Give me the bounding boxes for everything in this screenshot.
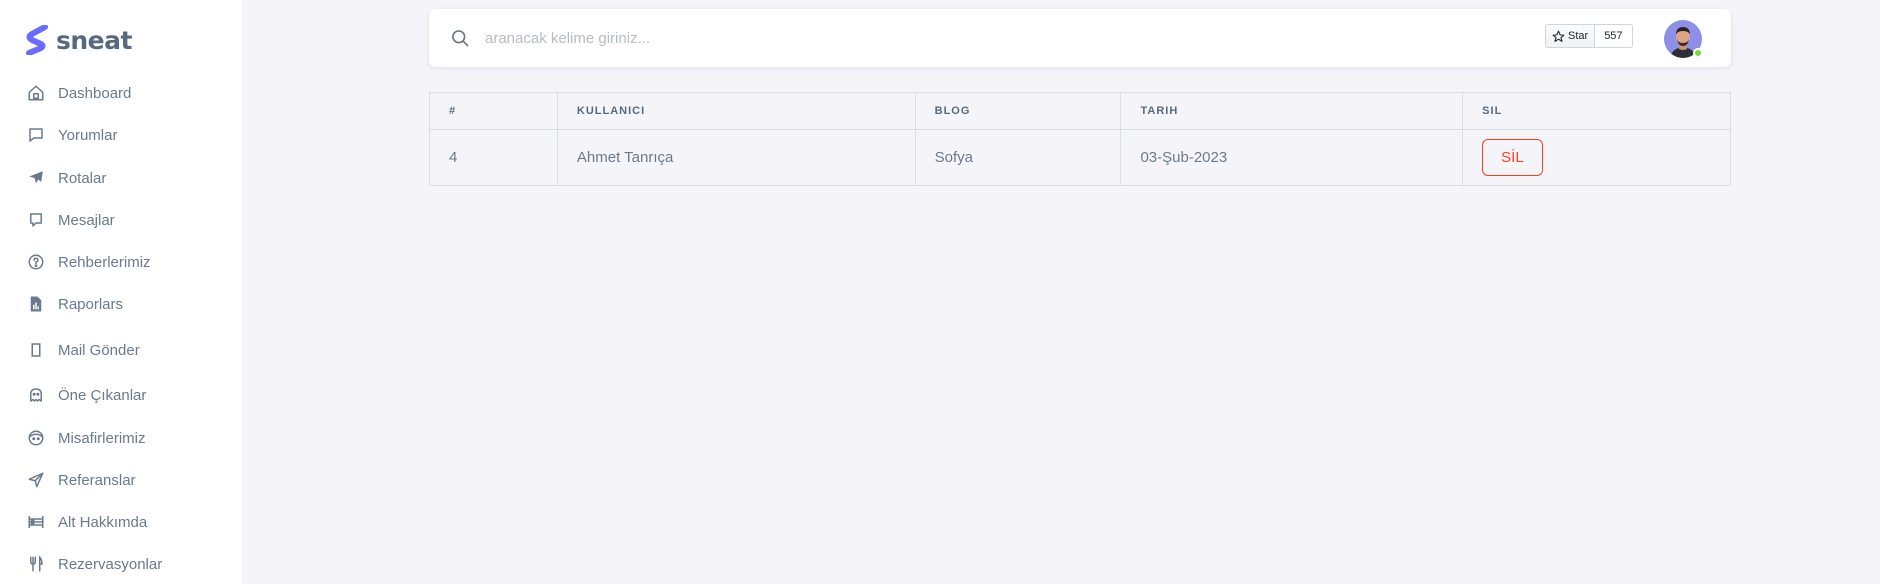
mail-icon	[26, 340, 46, 360]
github-star-count[interactable]: 557	[1595, 24, 1633, 48]
sidebar-item-label: Referanslar	[58, 471, 136, 489]
restaurant-icon	[26, 554, 46, 574]
online-status-indicator	[1693, 48, 1703, 58]
column-header-delete: SIL	[1462, 92, 1731, 130]
send-icon	[26, 470, 46, 490]
column-header-user: KULLANICI	[556, 92, 916, 130]
sidebar-item-misafirlerimiz[interactable]: Misafirlerimiz	[26, 426, 226, 450]
plane-icon	[26, 168, 46, 188]
search-input[interactable]	[485, 24, 1185, 52]
column-header-id: #	[429, 92, 558, 130]
comments-table: # KULLANICI BLOG TARIH SIL 4 Ahmet Tanrı…	[429, 92, 1731, 186]
sidebar: sneat Dashboard Yorumlar Rotalar Mesajla…	[0, 0, 242, 584]
help-circle-icon	[26, 252, 46, 272]
sidebar-item-referanslar[interactable]: Referanslar	[26, 468, 226, 492]
brand[interactable]: sneat	[26, 24, 132, 56]
sidebar-item-label: Rotalar	[58, 169, 107, 187]
cell-id: 4	[429, 129, 558, 186]
sidebar-item-label: Rehberlerimiz	[58, 253, 151, 271]
sidebar-item-label: Dashboard	[58, 84, 132, 102]
sidebar-item-yorumlar[interactable]: Yorumlar	[26, 123, 226, 147]
message-icon	[26, 210, 46, 230]
sidebar-item-label: Rezervasyonlar	[58, 555, 163, 573]
sidebar-item-label: Yorumlar	[58, 126, 118, 144]
sidebar-item-rehberlerimiz[interactable]: Rehberlerimiz	[26, 250, 226, 274]
github-star-button[interactable]: Star	[1545, 24, 1596, 48]
sidebar-item-mesajlar[interactable]: Mesajlar	[26, 208, 226, 232]
column-header-blog: BLOG	[914, 92, 1122, 130]
ghost-icon	[26, 385, 46, 405]
delete-button[interactable]: SİL	[1482, 139, 1543, 176]
sidebar-item-label: Raporlars	[58, 295, 124, 313]
table-row: 4 Ahmet Tanrıça Sofya 03-Şub-2023 SİL	[429, 129, 1731, 186]
star-icon	[1552, 30, 1565, 42]
home-icon	[26, 83, 46, 103]
cell-date: 03-Şub-2023	[1120, 129, 1464, 186]
sidebar-item-rezervasyonlar[interactable]: Rezervasyonlar	[26, 552, 226, 576]
github-star-label: Star	[1568, 30, 1589, 42]
comment-icon	[26, 125, 46, 145]
cell-user: Ahmet Tanrıça	[556, 129, 916, 186]
sidebar-item-label: Misafirlerimiz	[58, 429, 146, 447]
sidebar-item-mail-gonder[interactable]: Mail Gönder	[26, 338, 226, 362]
top-navbar: Star 557	[429, 9, 1731, 67]
list-icon	[26, 512, 46, 532]
report-file-icon	[26, 294, 46, 314]
search-icon[interactable]	[450, 28, 470, 48]
sidebar-item-alt-hakkimda[interactable]: Alt Hakkımda	[26, 510, 226, 534]
sidebar-item-rotalar[interactable]: Rotalar	[26, 166, 226, 190]
table-header-row: # KULLANICI BLOG TARIH SIL	[429, 92, 1731, 130]
sidebar-item-label: Mail Gönder	[58, 341, 140, 359]
sidebar-item-one-cikanlar[interactable]: Öne Çıkanlar	[26, 383, 226, 407]
column-header-date: TARIH	[1120, 92, 1464, 130]
github-star-widget: Star 557	[1545, 24, 1633, 48]
sidebar-item-label: Mesajlar	[58, 211, 115, 229]
cell-delete: SİL	[1462, 129, 1731, 186]
sidebar-item-label: Öne Çıkanlar	[58, 386, 147, 404]
brand-name: sneat	[56, 25, 132, 55]
cell-blog: Sofya	[914, 129, 1122, 186]
sidebar-item-label: Alt Hakkımda	[58, 513, 148, 531]
sidebar-item-raporlars[interactable]: Raporlars	[26, 292, 226, 316]
face-icon	[26, 428, 46, 448]
sidebar-item-dashboard[interactable]: Dashboard	[26, 81, 226, 105]
sneat-logo-icon	[26, 25, 48, 55]
user-avatar[interactable]	[1664, 20, 1703, 58]
